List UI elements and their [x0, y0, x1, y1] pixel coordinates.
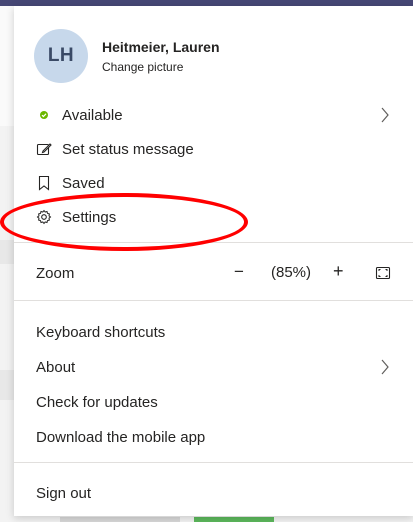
- about-item[interactable]: About: [14, 352, 413, 382]
- menu-divider: [14, 242, 413, 243]
- avatar[interactable]: LH: [34, 29, 88, 83]
- status-available-item[interactable]: Available: [14, 100, 413, 130]
- download-mobile-app-label: Download the mobile app: [36, 428, 206, 446]
- saved-label: Saved: [62, 174, 105, 192]
- zoom-row: Zoom − (85%) +: [14, 258, 413, 288]
- available-status-icon: [36, 107, 52, 123]
- check-for-updates-label: Check for updates: [36, 393, 158, 411]
- chevron-right-icon: [381, 107, 389, 123]
- keyboard-shortcuts-label: Keyboard shortcuts: [36, 323, 166, 341]
- download-mobile-app-item[interactable]: Download the mobile app: [14, 422, 413, 452]
- set-status-message-item[interactable]: Set status message: [14, 134, 413, 164]
- background-panel: [0, 370, 14, 400]
- menu-divider: [14, 462, 413, 463]
- gear-icon: [36, 209, 52, 225]
- zoom-out-button[interactable]: −: [234, 262, 244, 282]
- settings-label: Settings: [62, 208, 117, 226]
- zoom-in-button[interactable]: +: [333, 261, 344, 282]
- fullscreen-icon[interactable]: [375, 265, 391, 281]
- status-available-label: Available: [62, 106, 123, 124]
- edit-status-icon: [36, 141, 52, 157]
- profile-menu: LH Heitmeier, Lauren Change picture Avai…: [14, 6, 413, 516]
- sign-out-item[interactable]: Sign out: [14, 478, 413, 508]
- set-status-message-label: Set status message: [62, 140, 194, 158]
- zoom-label: Zoom: [36, 264, 75, 282]
- profile-header: LH Heitmeier, Lauren Change picture: [34, 28, 220, 84]
- saved-item[interactable]: Saved: [14, 168, 413, 198]
- chevron-right-icon: [381, 359, 389, 375]
- profile-name: Heitmeier, Lauren: [102, 38, 220, 55]
- menu-divider: [14, 300, 413, 301]
- keyboard-shortcuts-item[interactable]: Keyboard shortcuts: [14, 317, 413, 347]
- about-label: About: [36, 358, 76, 376]
- background-panel: [60, 517, 180, 522]
- background-panel: [0, 6, 14, 126]
- background-indicator: [194, 517, 274, 522]
- change-picture-link[interactable]: Change picture: [102, 60, 220, 74]
- zoom-level-value: (85%): [271, 264, 312, 281]
- sign-out-label: Sign out: [36, 484, 92, 502]
- background-panel: [0, 240, 14, 264]
- bookmark-icon: [36, 175, 52, 191]
- check-for-updates-item[interactable]: Check for updates: [14, 387, 413, 417]
- settings-item[interactable]: Settings: [14, 202, 413, 232]
